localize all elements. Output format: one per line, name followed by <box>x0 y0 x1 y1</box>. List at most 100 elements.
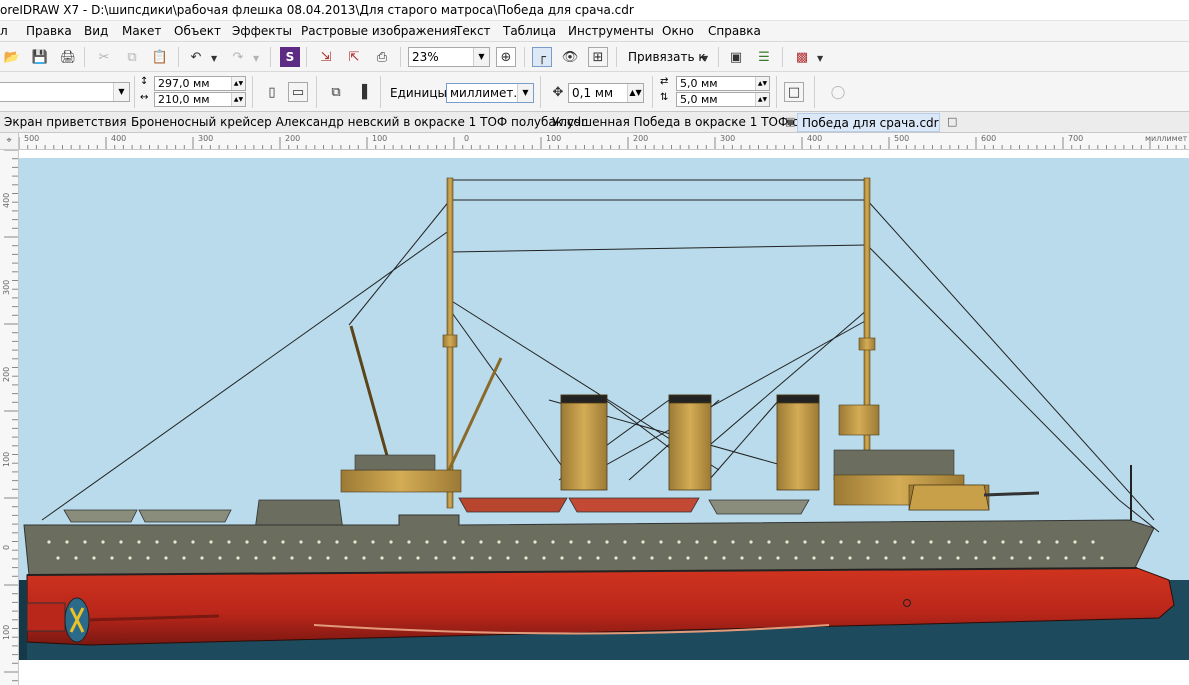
porthole <box>1001 540 1005 544</box>
chevron-down-icon[interactable]: ▼ <box>113 83 129 101</box>
launcher-dropdown-icon[interactable]: ▼ <box>817 54 823 63</box>
application-launcher-icon[interactable]: ▩ <box>792 47 812 67</box>
zoom-to-page-icon[interactable]: ⊕ <box>496 47 516 67</box>
tab-pobeda-improved[interactable]: Улучшенная Победа в окраске 1 ТОФ.cdr <box>548 113 811 132</box>
new-tab-icon[interactable]: □ <box>947 115 957 128</box>
porthole <box>1082 556 1086 560</box>
print-icon[interactable]: 🖨 <box>58 47 78 67</box>
copy-icon[interactable]: ⧉ <box>122 47 142 67</box>
spin-arrows-icon[interactable]: ▲▼ <box>755 93 769 106</box>
undo-icon[interactable]: ↶ <box>186 47 206 67</box>
bleed-icon[interactable]: ◯ <box>828 82 848 102</box>
porthole <box>308 556 312 560</box>
menu-file[interactable]: л <box>0 24 8 38</box>
duplicate-x-value: 5,0 мм <box>680 77 718 90</box>
page-height-field[interactable]: 210,0 мм ▲▼ <box>154 92 246 107</box>
close-icon[interactable]: ▣ <box>785 115 795 128</box>
save-icon[interactable]: 💾 <box>30 47 50 67</box>
nudge-value: 0,1 мм <box>572 86 614 100</box>
paste-icon[interactable]: 📋 <box>150 47 170 67</box>
porthole <box>506 556 510 560</box>
spin-arrows-icon[interactable]: ▲▼ <box>755 77 769 90</box>
import-icon[interactable]: ⇲ <box>316 47 336 67</box>
porthole <box>137 540 141 544</box>
zoom-combo[interactable]: 23% ▼ <box>408 47 490 67</box>
duplicate-y-field[interactable]: 5,0 мм ▲▼ <box>676 92 770 107</box>
chevron-down-icon[interactable]: ▼ <box>473 48 489 66</box>
tab-welcome[interactable]: Экран приветствия <box>0 113 127 132</box>
porthole <box>326 556 330 560</box>
title-bar: oreIDRAW X7 - D:\шипсдики\рабочая флешка… <box>0 0 1189 21</box>
menu-view[interactable]: Вид <box>84 24 108 38</box>
porthole <box>434 556 438 560</box>
redo-icon[interactable]: ↷ <box>228 47 248 67</box>
ruler-label: 400 <box>2 192 11 208</box>
open-icon[interactable]: 📂 <box>2 47 22 67</box>
menu-window[interactable]: Окно <box>662 24 694 38</box>
page-size-combo[interactable]: ▼ <box>0 82 130 102</box>
toolbar-separator <box>400 47 401 67</box>
current-page-icon[interactable]: ▐ <box>352 82 372 102</box>
porthole <box>353 540 357 544</box>
menu-table[interactable]: Таблица <box>503 24 556 38</box>
duplicate-x-field[interactable]: 5,0 мм ▲▼ <box>676 76 770 91</box>
vertical-ruler[interactable]: 400 300 200 100 0 100 <box>0 150 19 685</box>
nudge-field[interactable]: 0,1 мм ▲▼ <box>568 83 644 103</box>
horizontal-ruler[interactable]: 500 400 300 200 100 0 100 200 300 400 50… <box>19 133 1189 150</box>
landscape-icon[interactable]: ▭ <box>288 82 308 102</box>
snap-dropdown-icon[interactable]: ▼ <box>702 54 708 63</box>
publish-pdf-icon[interactable]: ⎙ <box>372 47 392 67</box>
snap-grid-icon[interactable]: ⊞ <box>588 47 608 67</box>
porthole <box>371 540 375 544</box>
treat-as-filled-icon[interactable]: □ <box>784 82 804 102</box>
drawing-canvas[interactable] <box>19 150 1189 685</box>
porthole <box>794 556 798 560</box>
page-width-field[interactable]: 297,0 мм ▲▼ <box>154 76 246 91</box>
export-icon[interactable]: ⇱ <box>344 47 364 67</box>
all-pages-icon[interactable]: ⧉ <box>326 82 346 102</box>
tab-nevsky[interactable]: Броненосный крейсер Александр невский в … <box>127 113 586 132</box>
ruler-label: 100 <box>372 134 388 143</box>
welcome-screen-icon[interactable]: ▣ <box>726 47 746 67</box>
tab-pobeda-active[interactable]: Победа для срача.cdr <box>797 113 940 132</box>
spin-arrows-icon[interactable]: ▲▼ <box>231 77 245 90</box>
undo-dropdown-icon[interactable]: ▼ <box>211 54 217 63</box>
porthole <box>299 540 303 544</box>
menu-layout[interactable]: Макет <box>122 24 161 38</box>
view-mode-icon[interactable]: 👁 <box>560 47 580 67</box>
porthole <box>461 540 465 544</box>
porthole <box>830 556 834 560</box>
toolbar-separator <box>524 47 525 67</box>
porthole <box>812 556 816 560</box>
porthole <box>1055 540 1059 544</box>
snap-to-label[interactable]: Привязать к <box>628 50 706 64</box>
spin-arrows-icon[interactable]: ▲▼ <box>627 84 643 102</box>
toolbar-separator <box>814 76 815 108</box>
options-icon[interactable]: ☰ <box>754 47 774 67</box>
toolbar-separator <box>316 76 317 108</box>
portrait-icon[interactable]: ▯ <box>262 82 282 102</box>
redo-dropdown-icon[interactable]: ▼ <box>253 54 259 63</box>
ruler-origin-icon[interactable]: ⌖ <box>0 133 19 150</box>
page-height-icon: ↔ <box>140 92 149 103</box>
rulers-toggle-icon[interactable]: ┌ <box>532 47 552 67</box>
porthole <box>920 556 924 560</box>
menu-bitmaps[interactable]: Растровые изображения <box>301 24 457 38</box>
menu-help[interactable]: Справка <box>708 24 761 38</box>
corel-connect-icon[interactable]: S <box>280 47 300 67</box>
menu-text[interactable]: Текст <box>455 24 491 38</box>
porthole <box>902 556 906 560</box>
menu-object[interactable]: Объект <box>174 24 221 38</box>
porthole <box>452 556 456 560</box>
menu-edit[interactable]: Правка <box>26 24 72 38</box>
cut-icon[interactable]: ✂ <box>94 47 114 67</box>
chevron-down-icon[interactable]: ▼ <box>517 84 533 102</box>
toolbar-separator <box>134 76 135 108</box>
spin-arrows-icon[interactable]: ▲▼ <box>231 93 245 106</box>
menu-tools[interactable]: Инструменты <box>568 24 654 38</box>
menu-effects[interactable]: Эффекты <box>232 24 292 38</box>
porthole <box>785 540 789 544</box>
units-combo[interactable]: миллимет... ▼ <box>446 83 534 103</box>
ruler-label: 500 <box>24 134 40 143</box>
toolbar-separator <box>252 76 253 108</box>
